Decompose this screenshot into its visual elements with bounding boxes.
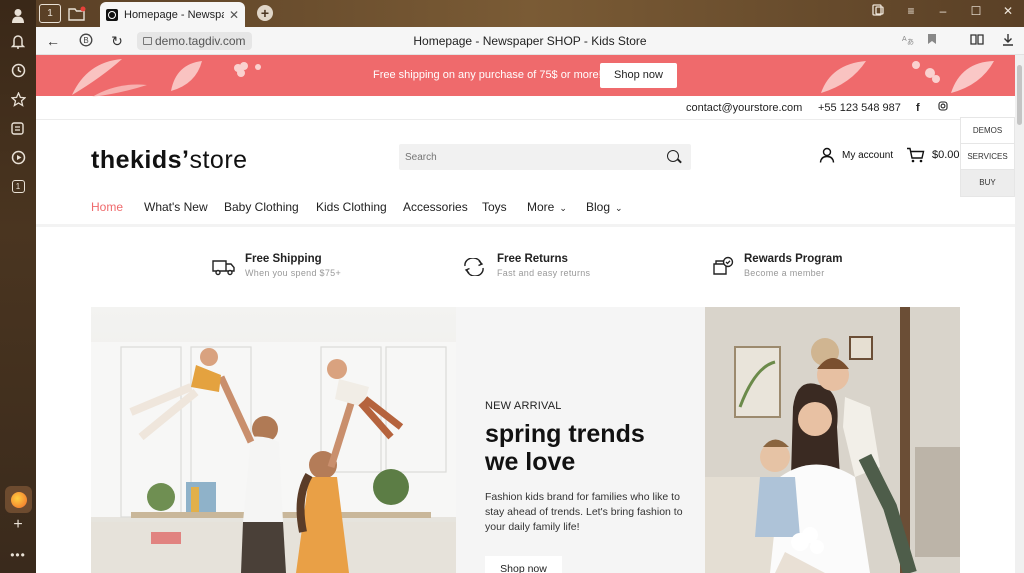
search-input[interactable]: [405, 149, 655, 165]
mother-children-image: [705, 307, 960, 573]
web-page: Free shipping on any purchase of 75$ or …: [36, 55, 1015, 573]
demo-side-widget: DEMOS SERVICES BUY: [960, 117, 1015, 197]
demos-button[interactable]: DEMOS: [961, 118, 1014, 144]
contact-bar: contact@yourstore.com +55 123 548 987 f: [36, 96, 1015, 120]
tagdiv-favicon-icon: [106, 8, 118, 21]
tab-strip: 1 Homepage - Newspaper ✕ + ≡ – ☐ ✕: [36, 0, 1024, 27]
facebook-icon[interactable]: f: [916, 102, 920, 114]
more-dots-icon[interactable]: •••: [8, 545, 28, 565]
page-scrollbar[interactable]: [1015, 55, 1024, 573]
menu-item-more[interactable]: More ⌄: [527, 200, 567, 214]
bookmarks-star-icon[interactable]: [8, 89, 28, 109]
user-icon: [819, 147, 835, 163]
tab-counter-icon[interactable]: 1: [8, 176, 28, 196]
reader-icon[interactable]: [970, 33, 984, 49]
menu-item-toys[interactable]: Toys: [482, 200, 507, 214]
buy-button[interactable]: BUY: [961, 170, 1014, 196]
bell-icon[interactable]: [8, 31, 28, 51]
menu-item-blog[interactable]: Blog ⌄: [586, 200, 623, 214]
scrollbar-thumb[interactable]: [1017, 65, 1022, 125]
search-icon[interactable]: [667, 150, 679, 162]
my-account-link[interactable]: My account: [819, 147, 893, 163]
leaf-decoration-icon: [72, 59, 147, 97]
feature-rewards-program: Rewards Program Become a member: [712, 253, 842, 278]
hero-title: spring trends we love: [485, 420, 645, 476]
browser-sidebar: 1 + •••: [0, 0, 36, 573]
truck-icon: [212, 260, 235, 276]
profile-icon[interactable]: [8, 5, 28, 25]
return-arrows-icon: [464, 258, 484, 276]
gift-box-icon: [713, 256, 734, 275]
promo-banner: Free shipping on any purchase of 75$ or …: [36, 55, 1015, 97]
downloads-folder-icon[interactable]: [66, 4, 88, 23]
tab-homepage[interactable]: Homepage - Newspaper ✕: [100, 2, 245, 27]
address-bar: Homepage - Newspaper SHOP - Kids Store ←…: [36, 27, 1024, 55]
bookmark-icon[interactable]: [927, 33, 937, 48]
close-window-icon[interactable]: ✕: [999, 4, 1017, 18]
back-icon[interactable]: ←: [45, 33, 61, 49]
mail-app-icon[interactable]: [5, 486, 32, 513]
svg-text:あ: あ: [907, 38, 914, 45]
add-panel-icon[interactable]: +: [8, 515, 28, 535]
instagram-icon[interactable]: [938, 101, 948, 114]
feature-free-shipping: Free Shipping When you spend $75+: [212, 253, 341, 278]
site-logo[interactable]: thekids’store: [91, 146, 248, 175]
promo-text: Free shipping on any purchase of 75$ or …: [373, 69, 602, 81]
maximize-icon[interactable]: ☐: [967, 4, 985, 18]
services-button[interactable]: SERVICES: [961, 144, 1014, 170]
extensions-icon[interactable]: [869, 4, 887, 19]
hero-family-photo-right: [705, 307, 960, 573]
hero-family-photo-left: [91, 307, 456, 573]
menu-item-kids-clothing[interactable]: Kids Clothing: [316, 200, 387, 214]
leaf-decoration-icon: [171, 61, 202, 91]
notes-icon[interactable]: [8, 118, 28, 138]
cart-link[interactable]: $0.00: [906, 147, 960, 163]
family-playing-image: [91, 342, 456, 573]
menu-item-whats-new[interactable]: What's New: [144, 200, 208, 214]
leaf-decoration-icon: [821, 61, 866, 93]
menu-icon[interactable]: ≡: [902, 4, 920, 18]
flower-decoration-icon: [912, 61, 994, 93]
menu-item-baby-clothing[interactable]: Baby Clothing: [224, 200, 299, 214]
close-tab-icon[interactable]: ✕: [229, 8, 239, 22]
header-divider: [36, 224, 1015, 227]
menu-item-accessories[interactable]: Accessories: [403, 200, 468, 214]
url-field[interactable]: demo.tagdiv.com: [137, 32, 252, 50]
chevron-down-icon: ⌄: [559, 203, 567, 213]
reload-icon[interactable]: ↻: [109, 33, 125, 50]
menu-item-home[interactable]: Home: [91, 200, 123, 214]
shield-icon[interactable]: B: [78, 33, 94, 50]
feature-free-returns: Free Returns Fast and easy returns: [462, 253, 590, 278]
new-tab-button[interactable]: +: [257, 5, 273, 21]
contact-email[interactable]: contact@yourstore.com: [686, 102, 802, 114]
minimize-icon[interactable]: –: [934, 4, 952, 18]
history-icon[interactable]: [8, 60, 28, 80]
media-play-icon[interactable]: [8, 147, 28, 167]
cart-icon: [907, 147, 925, 163]
promo-shop-now-button[interactable]: Shop now: [600, 63, 677, 88]
svg-text:B: B: [83, 36, 88, 45]
search-box: [399, 144, 691, 170]
translate-icon[interactable]: Aあ: [902, 33, 914, 48]
hero-shop-now-button[interactable]: Shop now: [485, 556, 562, 573]
hero-eyebrow: NEW ARRIVAL: [485, 400, 562, 412]
chevron-down-icon: ⌄: [615, 203, 623, 213]
hero-description: Fashion kids brand for families who like…: [485, 491, 683, 533]
flower-decoration-icon: [234, 62, 261, 77]
contact-phone[interactable]: +55 123 548 987: [818, 102, 901, 114]
hero-text-panel: NEW ARRIVAL spring trends we love Fashio…: [456, 307, 705, 573]
download-icon[interactable]: [1002, 33, 1014, 49]
tabs-overview-icon[interactable]: 1: [39, 4, 61, 23]
